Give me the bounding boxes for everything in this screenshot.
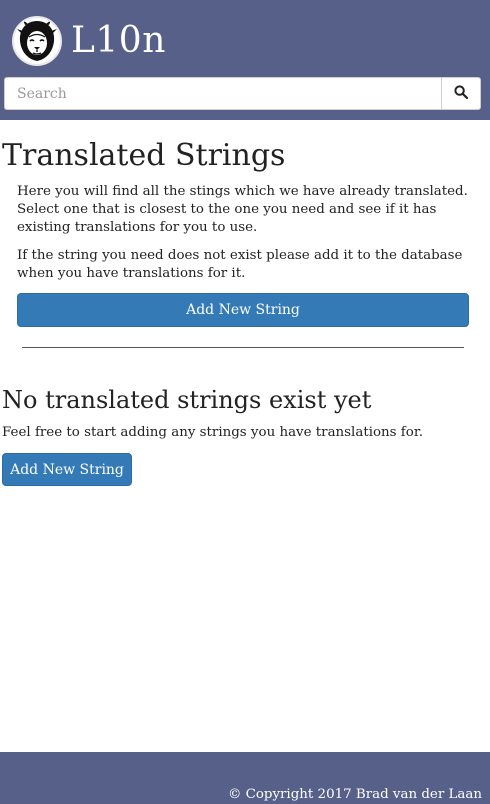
page: L10n Translated Strings Here you will fi… [0, 0, 490, 804]
divider [22, 347, 464, 348]
brand-title: L10n [71, 20, 166, 61]
site-footer: © Copyright 2017 Brad van der Laan [0, 752, 490, 804]
brand[interactable]: L10n [12, 16, 166, 66]
intro-paragraph: If the string you need does not exist pl… [17, 248, 463, 281]
page-title: Translated Strings [2, 138, 286, 173]
site-header: L10n [0, 0, 490, 120]
intro-paragraph: Here you will find all the stings which … [17, 184, 468, 235]
search-input[interactable] [4, 77, 441, 110]
empty-state-text: Feel free to start adding any strings yo… [2, 425, 424, 440]
empty-state-title: No translated strings exist yet [2, 386, 372, 414]
add-new-string-button-secondary[interactable]: Add New String [2, 453, 132, 486]
copyright: © Copyright 2017 Brad van der Laan [227, 787, 482, 802]
add-new-string-button[interactable]: Add New String [17, 293, 469, 327]
search-icon [454, 84, 469, 103]
search-button[interactable] [441, 77, 481, 110]
intro: Here you will find all the stings which … [17, 183, 473, 283]
search-bar [4, 77, 481, 110]
lion-head-icon [12, 16, 62, 66]
